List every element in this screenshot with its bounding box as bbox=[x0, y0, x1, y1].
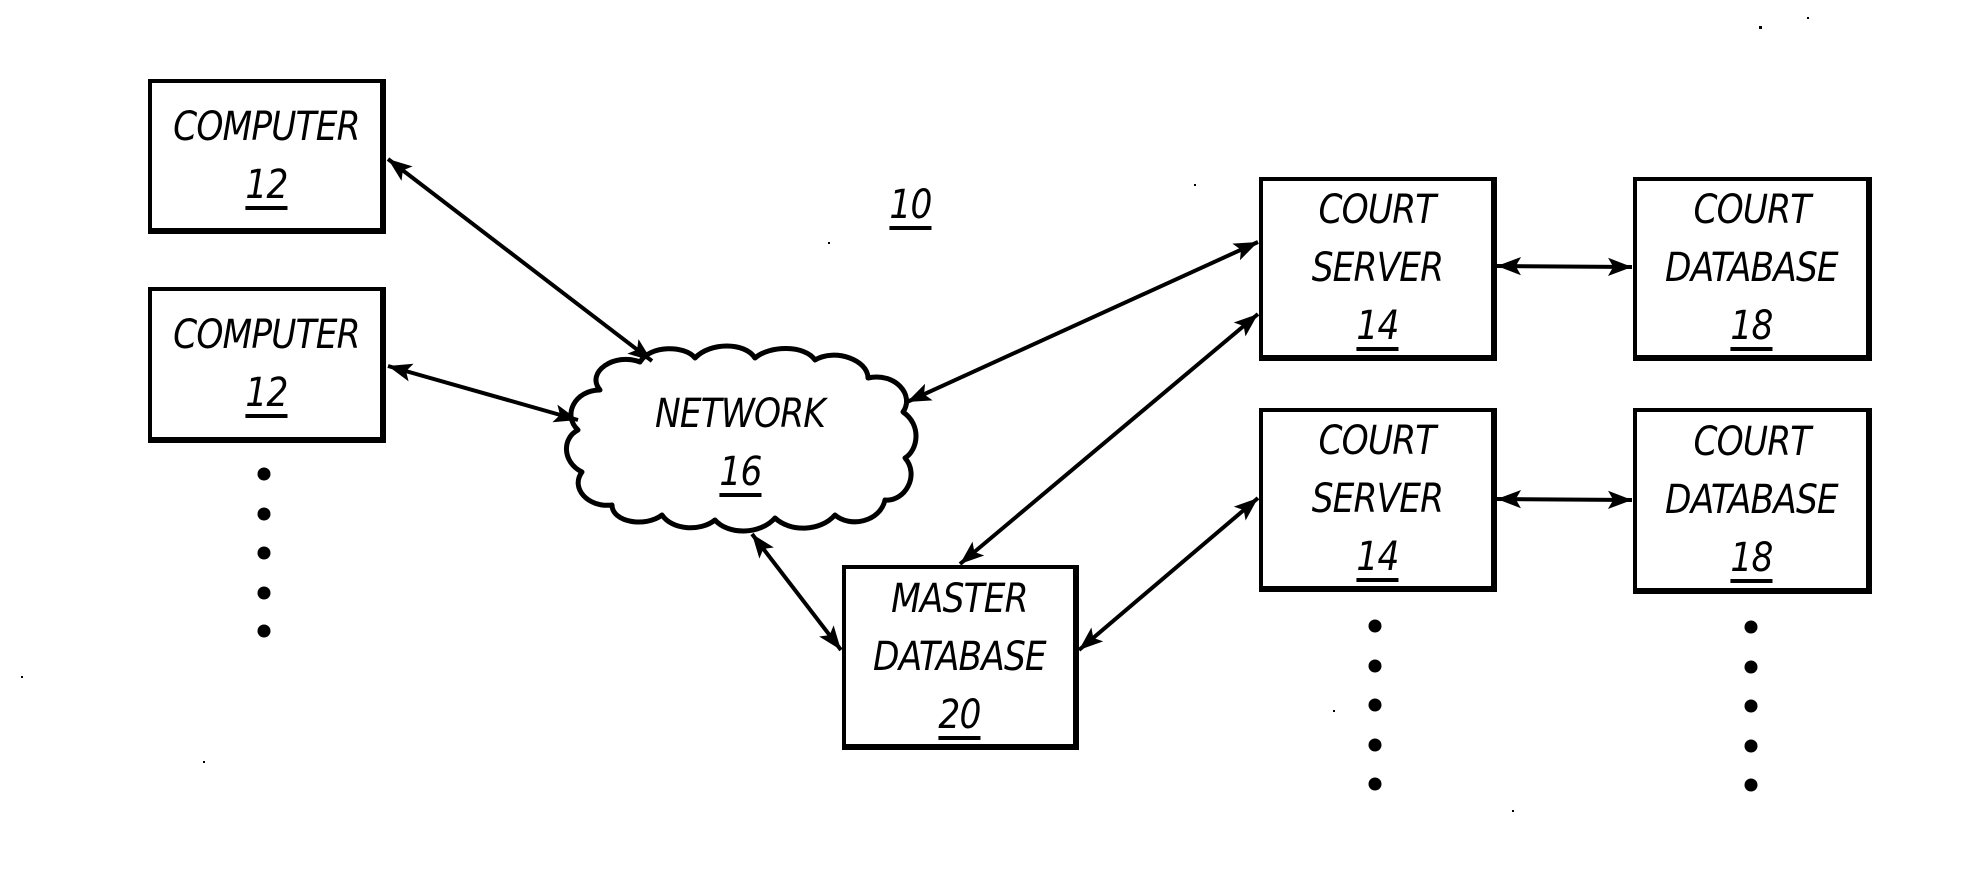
computer-label: COMPUTER bbox=[172, 312, 360, 358]
court-server-label-line1: COURT bbox=[1318, 418, 1437, 464]
master-database-label-line2: DATABASE bbox=[873, 633, 1047, 680]
computer-node-1[interactable]: COMPUTER 12 bbox=[148, 79, 386, 234]
arrow-courtserver2-courtdb2 bbox=[1496, 490, 1633, 509]
network-ref-number: 16 bbox=[718, 449, 762, 495]
arrow-network-masterdb bbox=[750, 532, 843, 652]
court-database-label-line2: DATABASE bbox=[1665, 477, 1839, 523]
court-server-label-line2: SERVER bbox=[1311, 476, 1443, 522]
court-server-label-line1: COURT bbox=[1318, 187, 1437, 233]
arrow-courtserver1-courtdb1 bbox=[1496, 257, 1633, 276]
network-label: NETWORK bbox=[654, 391, 826, 437]
court-databases-ellipsis bbox=[1744, 620, 1758, 792]
arrow-network-courtserver1 bbox=[906, 240, 1259, 404]
figure-reference-label: 10 bbox=[880, 176, 940, 234]
master-database-ref-number: 20 bbox=[938, 691, 981, 738]
court-server-node-1[interactable]: COURT SERVER 14 bbox=[1259, 177, 1497, 361]
master-database-node[interactable]: MASTER DATABASE 20 bbox=[842, 565, 1079, 750]
network-node[interactable]: NETWORK 16 bbox=[620, 385, 860, 501]
court-database-ref-number: 18 bbox=[1730, 303, 1773, 349]
court-database-label-line1: COURT bbox=[1693, 187, 1811, 233]
court-database-node-2[interactable]: COURT DATABASE 18 bbox=[1633, 408, 1872, 594]
court-servers-ellipsis bbox=[1368, 619, 1382, 791]
arrow-computer2-network bbox=[387, 363, 579, 423]
court-database-node-1[interactable]: COURT DATABASE 18 bbox=[1633, 177, 1872, 361]
computers-ellipsis bbox=[257, 467, 271, 638]
court-server-node-2[interactable]: COURT SERVER 14 bbox=[1259, 408, 1497, 592]
arrow-masterdb-courtserver2 bbox=[1077, 496, 1260, 652]
arrow-masterdb-courtserver1 bbox=[958, 312, 1260, 566]
court-server-ref-number: 14 bbox=[1355, 303, 1399, 349]
court-database-label-line1: COURT bbox=[1693, 419, 1811, 465]
court-server-ref-number: 14 bbox=[1355, 534, 1399, 580]
court-database-ref-number: 18 bbox=[1730, 535, 1773, 581]
court-database-label-line2: DATABASE bbox=[1665, 245, 1839, 291]
arrow-computer1-network bbox=[386, 157, 654, 363]
computer-ref-number: 12 bbox=[244, 370, 288, 416]
computer-ref-number: 12 bbox=[244, 161, 288, 208]
court-server-label-line2: SERVER bbox=[1311, 245, 1443, 291]
computer-label: COMPUTER bbox=[172, 103, 360, 150]
master-database-label-line1: MASTER bbox=[891, 575, 1028, 622]
figure-reference-number: 10 bbox=[888, 182, 932, 228]
computer-node-2[interactable]: COMPUTER 12 bbox=[148, 287, 386, 443]
